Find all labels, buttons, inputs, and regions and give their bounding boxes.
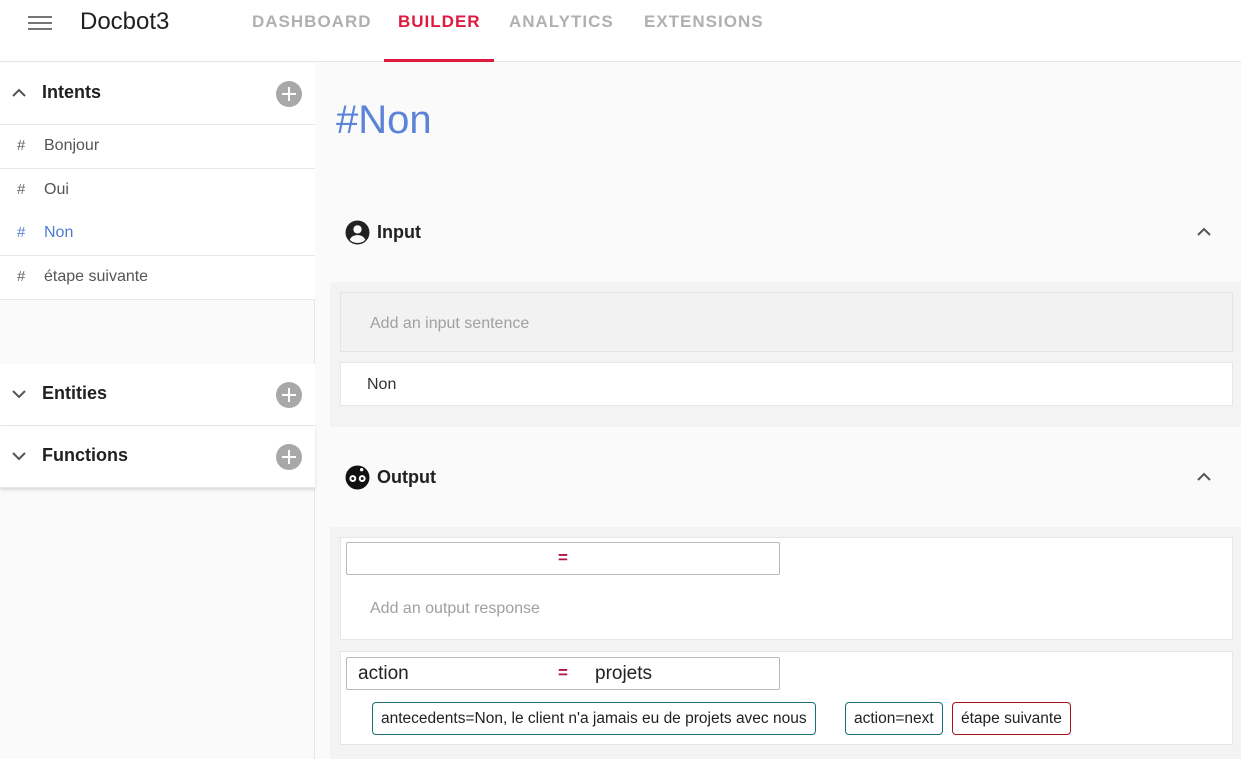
entities-section-header[interactable]: Entities	[0, 364, 315, 426]
chevron-down-icon[interactable]	[11, 448, 27, 464]
sidebar-item-etape-suivante[interactable]: # étape suivante	[0, 256, 315, 300]
input-panel-title: Input	[377, 222, 421, 242]
intent-label: Non	[44, 224, 74, 241]
tab-dashboard[interactable]: DASHBOARD	[252, 12, 372, 32]
kv-key: action	[358, 663, 409, 684]
kv-equals: =	[558, 663, 568, 682]
input-sentence-text: Non	[367, 376, 397, 393]
intent-label: Bonjour	[44, 137, 100, 154]
chevron-up-icon[interactable]	[11, 85, 27, 101]
output-panel-header[interactable]: Output	[330, 449, 1241, 505]
response-chip[interactable]: action=next	[845, 702, 943, 735]
input-panel-header[interactable]: Input	[330, 204, 1241, 260]
kv-value: projets	[595, 663, 653, 684]
sidebar-item-oui[interactable]: # Oui	[0, 169, 315, 213]
hash-icon: #	[17, 224, 26, 241]
output-panel-title: Output	[377, 467, 436, 487]
add-entity-icon[interactable]	[276, 382, 302, 408]
active-tab-indicator	[384, 59, 494, 62]
top-app-bar: Docbot3 DASHBOARD BUILDER ANALYTICS EXTE…	[0, 0, 1241, 62]
intents-title: Intents	[42, 82, 102, 102]
add-intent-icon[interactable]	[276, 81, 302, 107]
app-title: Docbot3	[80, 8, 170, 35]
tab-extensions[interactable]: EXTENSIONS	[644, 12, 764, 32]
sidebar-item-bonjour[interactable]: # Bonjour	[0, 125, 315, 169]
chevron-down-icon[interactable]	[11, 386, 27, 402]
entities-title: Entities	[42, 383, 108, 403]
add-input-sentence-field[interactable]: Add an input sentence	[340, 292, 1233, 352]
tab-analytics[interactable]: ANALYTICS	[509, 12, 614, 32]
sidebar-item-non[interactable]: # Non	[0, 212, 315, 256]
intent-label: Oui	[44, 181, 69, 198]
sidebar: Intents # Bonjour # Oui # Non # étape su…	[0, 63, 315, 759]
kv-equals: =	[558, 548, 568, 567]
new-key-value-field[interactable]: =	[346, 542, 780, 575]
hash-icon: #	[17, 181, 26, 198]
bot-face-icon	[345, 465, 370, 490]
response-chip[interactable]: antecedents=Non, le client n'a jamais eu…	[372, 702, 816, 735]
menu-icon[interactable]	[28, 13, 52, 31]
add-output-response-placeholder[interactable]: Add an output response	[370, 600, 540, 618]
functions-section-header[interactable]: Functions	[0, 426, 315, 488]
functions-title: Functions	[42, 445, 128, 465]
new-output-card: = Add an output response	[340, 537, 1233, 640]
tab-builder[interactable]: BUILDER	[398, 12, 481, 32]
output-response-card: action = projets antecedents=Non, le cli…	[340, 651, 1233, 745]
hash-icon: #	[17, 137, 26, 154]
intents-section-header[interactable]: Intents	[0, 63, 315, 125]
chevron-up-icon[interactable]	[1196, 469, 1212, 485]
input-sentence-card[interactable]: Non	[340, 362, 1233, 406]
response-chip[interactable]: étape suivante	[952, 702, 1071, 735]
add-function-icon[interactable]	[276, 444, 302, 470]
page-title: #Non	[336, 98, 432, 142]
input-placeholder: Add an input sentence	[370, 315, 530, 332]
hash-icon: #	[17, 268, 26, 285]
intent-label: étape suivante	[44, 268, 149, 285]
chevron-up-icon[interactable]	[1196, 224, 1212, 240]
response-key-value-field[interactable]: action = projets	[346, 657, 780, 690]
account-circle-icon	[345, 220, 370, 245]
